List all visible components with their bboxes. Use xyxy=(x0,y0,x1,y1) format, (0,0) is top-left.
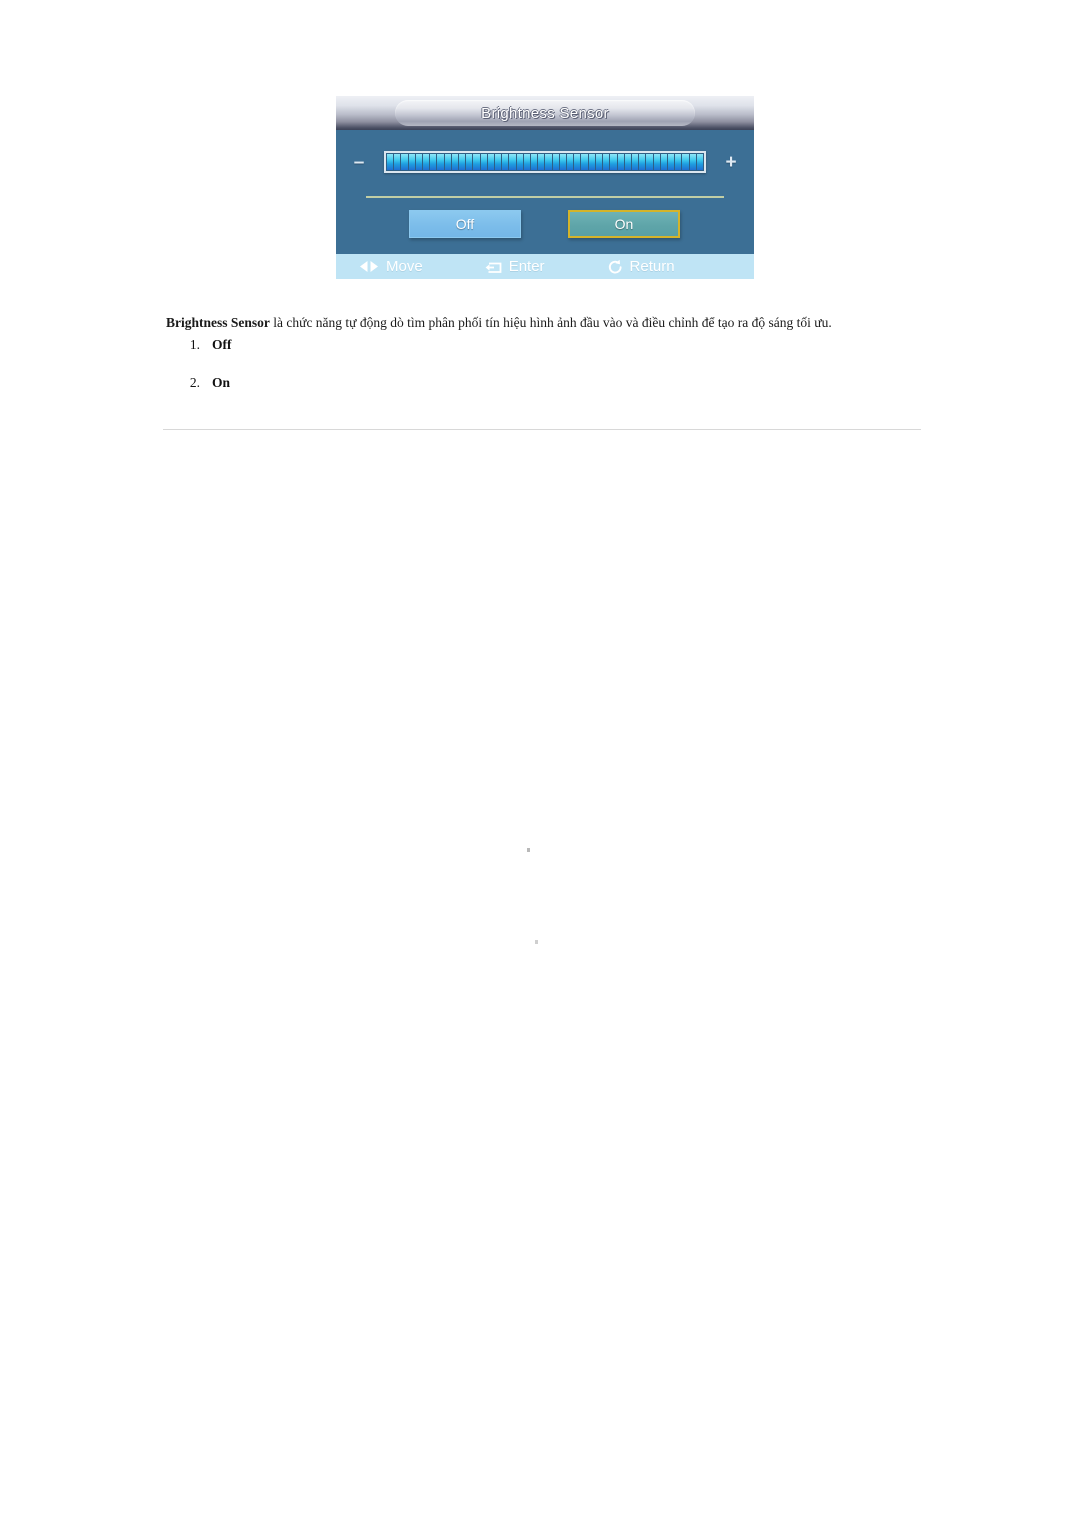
status-return[interactable]: Return xyxy=(607,258,675,275)
slider-segment xyxy=(689,154,696,170)
osd-panel: Brightness Sensor – + Off On Move Enter … xyxy=(336,96,754,279)
option-button-off[interactable]: Off xyxy=(409,210,521,238)
minus-icon[interactable]: – xyxy=(336,153,382,172)
slider-segment xyxy=(588,154,595,170)
list-item-label: Off xyxy=(212,337,232,352)
slider-segment xyxy=(415,154,423,170)
description-paragraph: Brightness Sensor là chức năng tự động d… xyxy=(166,314,926,332)
status-move[interactable]: Move xyxy=(358,258,423,275)
list-item-label: On xyxy=(212,375,231,390)
slider-segment xyxy=(459,154,466,170)
slider-segment xyxy=(660,154,667,170)
slider-segment xyxy=(624,154,631,170)
list-item-number: 1. xyxy=(189,337,200,352)
slider-segment xyxy=(480,154,487,170)
slider-segment xyxy=(559,154,567,170)
slider-segment xyxy=(545,154,552,170)
slider-segment xyxy=(451,154,459,170)
osd-title-text: Brightness Sensor xyxy=(481,104,609,122)
options-list: 1. Off 2. On xyxy=(166,336,866,412)
slider-segment xyxy=(667,154,675,170)
brightness-slider-row: – + xyxy=(336,146,754,178)
slider-segment xyxy=(552,154,559,170)
slider-segment xyxy=(538,154,545,170)
slider-segment xyxy=(487,154,495,170)
list-item: 1. Off xyxy=(166,336,866,374)
slider-segment xyxy=(682,154,689,170)
slider-segment xyxy=(639,154,646,170)
status-enter-label: Enter xyxy=(508,258,545,275)
slider-segment xyxy=(617,154,624,170)
status-enter[interactable]: Enter xyxy=(485,258,545,275)
slider-segment xyxy=(473,154,480,170)
scan-artifact xyxy=(535,940,538,944)
section-divider xyxy=(163,429,921,430)
slider-segment xyxy=(516,154,523,170)
slider-segment xyxy=(466,154,473,170)
slider-segment xyxy=(523,154,531,170)
osd-divider xyxy=(366,196,724,198)
status-return-label: Return xyxy=(629,258,675,275)
description-body: là chức năng tự động dò tìm phân phối tí… xyxy=(269,314,832,330)
slider-segment xyxy=(430,154,437,170)
osd-title-pill: Brightness Sensor xyxy=(395,100,695,126)
slider-segment xyxy=(495,154,502,170)
slider-segment xyxy=(653,154,660,170)
option-button-on-label: On xyxy=(614,216,634,232)
osd-titlebar: Brightness Sensor xyxy=(336,96,754,130)
slider-segment xyxy=(394,154,401,170)
left-right-arrows-icon xyxy=(358,260,380,273)
brightness-slider[interactable] xyxy=(384,151,706,173)
slider-segment xyxy=(574,154,581,170)
slider-segment xyxy=(646,154,653,170)
slider-segment xyxy=(595,154,603,170)
slider-segment xyxy=(610,154,617,170)
osd-body: – + Off On xyxy=(336,130,754,254)
enter-key-icon xyxy=(485,259,503,274)
slider-segment xyxy=(631,154,639,170)
description-term: Brightness Sensor xyxy=(166,314,270,330)
slider-segment xyxy=(387,154,394,170)
scan-artifact xyxy=(527,848,530,852)
slider-segment xyxy=(423,154,430,170)
slider-segment xyxy=(531,154,538,170)
slider-segment xyxy=(603,154,610,170)
slider-segment xyxy=(581,154,588,170)
plus-icon[interactable]: + xyxy=(708,153,754,172)
option-button-off-label: Off xyxy=(455,216,475,232)
osd-statusbar: Move Enter Return xyxy=(336,254,754,279)
slider-segment xyxy=(401,154,408,170)
slider-segment xyxy=(502,154,509,170)
return-arrow-icon xyxy=(607,259,624,275)
slider-segment xyxy=(567,154,574,170)
slider-segment xyxy=(675,154,682,170)
slider-segment xyxy=(437,154,444,170)
slider-segment xyxy=(444,154,451,170)
list-item-number: 2. xyxy=(189,375,200,390)
slider-segment xyxy=(696,154,703,170)
option-button-on[interactable]: On xyxy=(568,210,680,238)
slider-segment xyxy=(408,154,415,170)
osd-option-buttons: Off On xyxy=(336,210,754,244)
slider-segment xyxy=(509,154,516,170)
list-item: 2. On xyxy=(166,374,866,412)
status-move-label: Move xyxy=(386,258,423,275)
